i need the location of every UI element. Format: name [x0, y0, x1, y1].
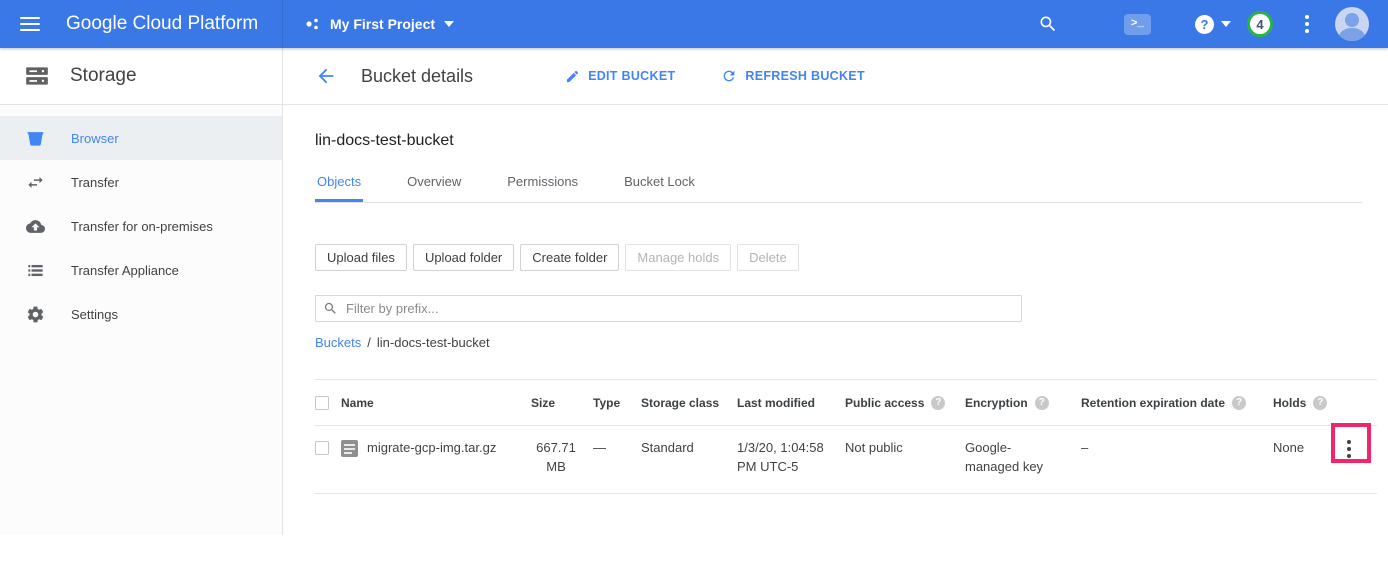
- gear-icon: [26, 305, 45, 324]
- row-checkbox[interactable]: [315, 441, 329, 455]
- sidebar-title: Storage: [70, 65, 137, 87]
- page-title: Bucket details: [361, 66, 473, 87]
- tab-overview[interactable]: Overview: [405, 165, 463, 202]
- bucket-icon: [26, 129, 45, 148]
- sidebar-item-transfer[interactable]: Transfer: [0, 160, 282, 204]
- breadcrumb: Buckets / lin-docs-test-bucket: [315, 335, 1388, 350]
- upload-files-button[interactable]: Upload files: [315, 244, 407, 271]
- project-selector[interactable]: My First Project: [305, 16, 454, 32]
- pencil-icon: [565, 69, 580, 84]
- object-type-cell: —: [593, 426, 641, 474]
- object-name-link[interactable]: migrate-gcp-img.tar.gz: [367, 439, 496, 458]
- bucket-name-title: lin-docs-test-bucket: [315, 132, 1388, 150]
- chevron-down-icon: [444, 21, 454, 27]
- row-actions-menu-cell: [1331, 426, 1377, 474]
- sidebar-item-transfer-on-premises[interactable]: Transfer for on-premises: [0, 204, 282, 248]
- sidebar-item-label: Transfer Appliance: [71, 263, 179, 278]
- table-header-row: Name Size Type Storage class Last modifi…: [315, 379, 1377, 426]
- column-header-size: Size: [531, 396, 593, 410]
- column-header-retention-expiration-date: Retention expiration date?: [1081, 396, 1273, 410]
- top-app-bar: Google Cloud Platform My First Project >…: [0, 0, 1388, 48]
- edit-bucket-button[interactable]: EDIT BUCKET: [565, 69, 675, 84]
- object-holds-cell: None: [1273, 426, 1331, 474]
- sidebar-item-browser[interactable]: Browser: [0, 116, 282, 160]
- object-public-access-cell: Not public: [845, 426, 965, 474]
- sidebar-items: Browser Transfer Transfer for on-premise…: [0, 105, 282, 336]
- help-chevron-down-icon[interactable]: [1221, 21, 1231, 27]
- object-encryption-cell: Google-managed key: [965, 426, 1081, 493]
- help-icon[interactable]: ?: [1313, 396, 1327, 410]
- manage-holds-button[interactable]: Manage holds: [625, 244, 731, 271]
- filter-container: [315, 295, 1022, 322]
- bucket-tabs: Objects Overview Permissions Bucket Lock: [315, 165, 1362, 203]
- breadcrumb-separator: /: [367, 335, 371, 350]
- avatar[interactable]: [1335, 7, 1369, 41]
- project-name: My First Project: [330, 16, 435, 32]
- objects-table: Name Size Type Storage class Last modifi…: [315, 379, 1377, 494]
- column-header-type: Type: [593, 396, 641, 410]
- object-last-modified-cell: 1/3/20, 1:04:58 PM UTC-5: [737, 426, 845, 493]
- hamburger-menu-icon[interactable]: [20, 17, 40, 31]
- back-arrow-icon[interactable]: [315, 65, 337, 87]
- column-header-encryption: Encryption?: [965, 396, 1081, 410]
- help-icon[interactable]: ?: [1035, 396, 1049, 410]
- search-icon[interactable]: [1038, 14, 1058, 34]
- sidebar-item-label: Browser: [71, 131, 119, 146]
- app-body: Storage Browser Transfer Transfer: [0, 48, 1388, 579]
- help-icon[interactable]: ?: [931, 396, 945, 410]
- appliance-list-icon: [26, 261, 45, 280]
- tab-bucket-lock[interactable]: Bucket Lock: [622, 165, 697, 202]
- column-header-public-access: Public access?: [845, 396, 965, 410]
- sidebar-item-transfer-appliance[interactable]: Transfer Appliance: [0, 248, 282, 292]
- select-all-checkbox[interactable]: [315, 396, 329, 410]
- sidebar: Storage Browser Transfer Transfer: [0, 48, 283, 535]
- upload-folder-button[interactable]: Upload folder: [413, 244, 514, 271]
- more-options-icon[interactable]: [1305, 15, 1309, 33]
- delete-button[interactable]: Delete: [737, 244, 799, 271]
- topbar-actions: >_ ? 4: [1038, 7, 1388, 41]
- refresh-icon: [721, 68, 737, 84]
- storage-product-icon: [24, 63, 50, 89]
- swap-arrows-icon: [26, 173, 45, 192]
- object-actions-toolbar: Upload files Upload folder Create folder…: [315, 244, 1388, 271]
- sidebar-header: Storage: [0, 48, 282, 105]
- tab-permissions[interactable]: Permissions: [505, 165, 580, 202]
- file-icon: [341, 440, 358, 457]
- brand-title[interactable]: Google Cloud Platform: [66, 13, 258, 35]
- create-folder-button[interactable]: Create folder: [520, 244, 619, 271]
- breadcrumb-current: lin-docs-test-bucket: [377, 335, 490, 350]
- column-header-last-modified: Last modified: [737, 396, 845, 410]
- sidebar-item-settings[interactable]: Settings: [0, 292, 282, 336]
- page-header: Bucket details EDIT BUCKET REFRESH BUCKE…: [283, 48, 1388, 105]
- column-header-name: Name: [341, 396, 531, 410]
- object-name-cell: migrate-gcp-img.tar.gz: [341, 426, 531, 474]
- sidebar-item-label: Transfer for on-premises: [71, 219, 213, 234]
- column-header-holds: Holds?: [1273, 396, 1331, 410]
- project-icon: [305, 16, 321, 32]
- column-header-storage-class: Storage class: [641, 396, 737, 410]
- object-retention-cell: –: [1081, 426, 1273, 474]
- table-row: migrate-gcp-img.tar.gz 667.71 MB — Stand…: [315, 426, 1377, 494]
- help-icon[interactable]: ?: [1195, 15, 1214, 34]
- refresh-bucket-button[interactable]: REFRESH BUCKET: [721, 68, 864, 84]
- object-storage-class-cell: Standard: [641, 426, 737, 474]
- annotation-highlight-box: [1331, 423, 1371, 463]
- filter-by-prefix-input[interactable]: [315, 295, 1022, 322]
- sidebar-item-label: Transfer: [71, 175, 119, 190]
- breadcrumb-buckets-link[interactable]: Buckets: [315, 335, 361, 350]
- notifications-badge[interactable]: 4: [1247, 11, 1273, 37]
- row-actions-menu-icon[interactable]: [1347, 440, 1351, 458]
- topbar-brand-section: Google Cloud Platform: [0, 0, 283, 48]
- help-icon[interactable]: ?: [1232, 396, 1246, 410]
- tab-objects[interactable]: Objects: [315, 165, 363, 202]
- main-panel: Bucket details EDIT BUCKET REFRESH BUCKE…: [283, 48, 1388, 579]
- sidebar-item-label: Settings: [71, 307, 118, 322]
- object-size-cell: 667.71 MB: [531, 426, 593, 493]
- bucket-details-content: lin-docs-test-bucket Objects Overview Pe…: [283, 132, 1388, 494]
- cloud-shell-icon[interactable]: >_: [1124, 14, 1151, 35]
- cloud-upload-icon: [26, 217, 45, 236]
- search-icon: [323, 301, 338, 316]
